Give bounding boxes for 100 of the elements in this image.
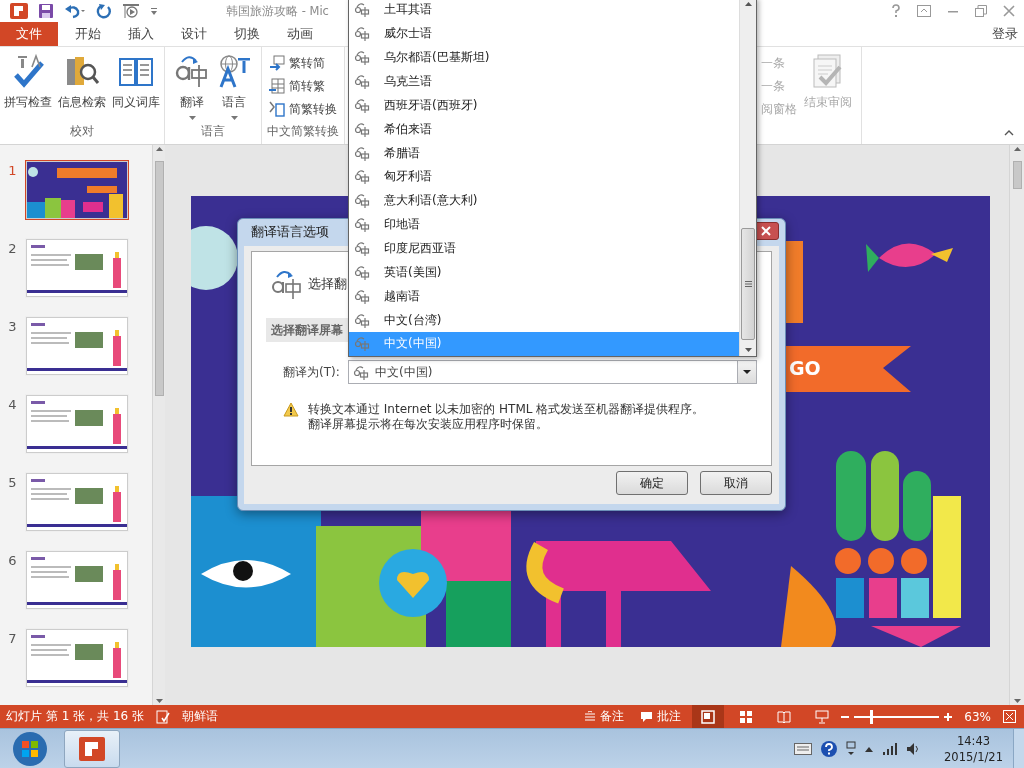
ribbon-button[interactable]: 简转繁 (269, 76, 337, 96)
proofing-icon[interactable] (156, 709, 170, 724)
scroll-down-icon[interactable] (1013, 699, 1021, 703)
list-item[interactable]: 土耳其语 (349, 0, 739, 22)
caret-icon (188, 116, 196, 120)
ribbon-tab[interactable]: 切换 (220, 22, 273, 46)
list-item[interactable]: 越南语 (349, 284, 739, 309)
list-item[interactable]: 印地语 (349, 212, 739, 237)
translate-icon (354, 73, 370, 90)
translate-icon (174, 53, 210, 89)
ribbon-display-icon[interactable] (917, 5, 931, 17)
save-icon[interactable] (38, 3, 54, 19)
comment-icon (640, 710, 654, 723)
dropdown-arrow-icon (743, 370, 751, 374)
slide-number: 4 (7, 396, 18, 412)
undo-icon[interactable] (64, 3, 86, 19)
ribbon-tab[interactable]: 开始 (61, 22, 114, 46)
redo-icon[interactable] (96, 3, 112, 19)
scrollbar[interactable] (1009, 145, 1024, 705)
slide-number: 5 (7, 474, 18, 490)
zoom-in-icon[interactable] (944, 712, 953, 721)
ribbon-button[interactable]: 同义词库 (109, 53, 163, 122)
translate-icon (353, 363, 369, 381)
slide-number: 1 (7, 162, 18, 178)
scrollbar[interactable] (739, 0, 756, 356)
list-item[interactable]: 匈牙利语 (349, 165, 739, 189)
slide-thumbnail[interactable] (25, 550, 129, 610)
slide-number: 6 (7, 552, 18, 568)
windows-logo-icon (12, 730, 48, 767)
help-icon[interactable] (820, 739, 839, 758)
slide-thumbnail[interactable] (25, 628, 129, 688)
warning-text: 转换文本通过 Internet 以未加密的 HTML 格式发送至机器翻译提供程序。 (308, 402, 705, 417)
window-icon[interactable] (846, 740, 857, 757)
group-label: 校对 (69, 123, 95, 140)
slide-thumbnail[interactable] (25, 160, 129, 220)
translate-icon (354, 25, 370, 43)
close-icon[interactable] (1003, 5, 1015, 17)
fit-window-icon[interactable] (1003, 710, 1016, 723)
scroll-thumb[interactable] (154, 161, 164, 396)
translate-icon (354, 1, 370, 19)
list-item[interactable]: 希伯来语 (349, 117, 739, 142)
list-item[interactable]: 西班牙语(西班牙) (349, 93, 739, 118)
comments-button[interactable]: 批注 (632, 705, 690, 728)
scroll-up-icon (744, 2, 752, 6)
field-label: 翻译为(T): (282, 363, 341, 381)
list-item[interactable]: 乌尔都语(巴基斯坦) (349, 45, 739, 70)
ribbon-button[interactable]: 信息检索 (55, 53, 109, 122)
clock-date[interactable]: 2015/1/21 (944, 748, 1003, 765)
scroll-up-icon[interactable] (1013, 147, 1021, 151)
slide-thumbnail[interactable] (25, 238, 129, 298)
dialog-button[interactable]: 确定 (616, 471, 688, 495)
ribbon-button[interactable]: 拼写检查 (1, 53, 55, 122)
view-button[interactable] (692, 705, 725, 728)
ribbon-tab[interactable]: 动画 (273, 22, 326, 46)
scroll-down-icon[interactable] (155, 699, 163, 703)
presentation-icon[interactable] (122, 3, 140, 19)
translate-icon (354, 120, 370, 138)
translate-icon (354, 335, 370, 353)
scrollbar[interactable] (152, 145, 165, 705)
sign-in-link[interactable]: 登录 (992, 25, 1024, 43)
list-item[interactable]: 英语(美国) (349, 260, 739, 285)
powerpoint-logo-icon[interactable] (10, 3, 28, 19)
ribbon-tab[interactable]: 插入 (114, 22, 167, 46)
translate-icon (354, 240, 370, 257)
notes-icon (584, 710, 597, 723)
clock-time[interactable]: 14:43 (956, 732, 991, 749)
translate-icon (354, 216, 370, 234)
slide-thumbnail[interactable] (25, 316, 129, 376)
grip-icon (744, 281, 752, 287)
slide-thumbnail[interactable] (25, 394, 129, 454)
zoom-percent[interactable]: 63% (952, 705, 999, 728)
language-dropdown[interactable]: 中文(中国) (348, 360, 757, 384)
file-tab[interactable]: 文件 (0, 22, 58, 46)
ribbon-tab[interactable]: 设计 (167, 22, 220, 46)
list-item[interactable]: 威尔士语 (349, 21, 739, 46)
dialog-button[interactable]: 取消 (700, 471, 772, 495)
scroll-thumb[interactable] (741, 228, 755, 340)
list-item[interactable]: 希腊语 (349, 141, 739, 165)
scroll-thumb[interactable] (1012, 161, 1022, 189)
notes-button[interactable]: 备注 (576, 705, 633, 728)
restore-icon[interactable] (975, 5, 987, 17)
scroll-up-icon[interactable] (155, 147, 163, 151)
slide-thumbnail[interactable] (25, 472, 129, 532)
signal-icon[interactable] (882, 741, 899, 756)
ribbon-button[interactable]: 简繁转换 (269, 99, 337, 119)
translate-icon (354, 192, 370, 210)
list-item[interactable]: 乌克兰语 (349, 69, 739, 94)
translate-icon (354, 96, 370, 114)
keyboard-icon[interactable] (794, 742, 813, 755)
ribbon-button[interactable]: 翻译 (171, 53, 213, 122)
language-status[interactable]: 朝鲜语 (182, 708, 218, 725)
slide-number: 3 (7, 318, 18, 334)
translate-icon (354, 263, 370, 281)
list-item[interactable]: 印度尼西亚语 (349, 236, 739, 261)
customize-caret-icon[interactable] (150, 6, 158, 16)
list-item[interactable]: 意大利语(意大利) (349, 188, 739, 213)
taskbar-app-button[interactable] (64, 729, 120, 768)
slider-thumb[interactable] (870, 709, 874, 724)
ribbon-button[interactable]: 语言 (213, 53, 255, 122)
ribbon-button[interactable]: 繁转简 (269, 53, 337, 73)
